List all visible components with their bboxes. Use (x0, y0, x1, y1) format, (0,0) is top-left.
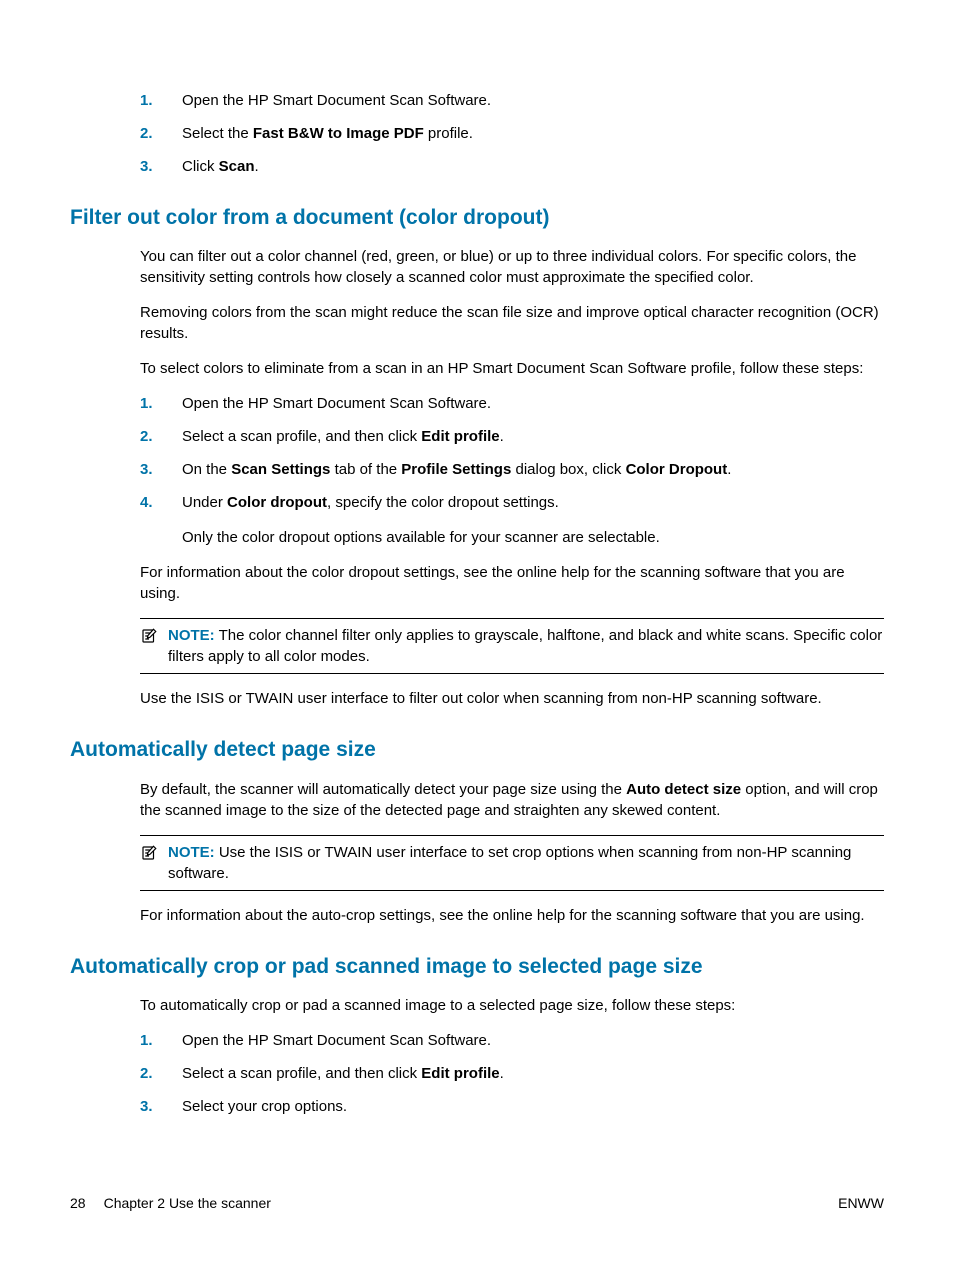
list-text: Open the HP Smart Document Scan Software… (182, 90, 884, 111)
list-text: Click Scan. (182, 156, 884, 177)
sec2-p2: For information about the auto-crop sett… (140, 905, 884, 926)
list-text: On the Scan Settings tab of the Profile … (182, 459, 884, 480)
sec1-p1: You can filter out a color channel (red,… (140, 246, 884, 288)
sec3-body: To automatically crop or pad a scanned i… (140, 995, 884, 1117)
note-label: NOTE: (168, 844, 215, 861)
list-number: 3. (140, 459, 182, 480)
intro-list-block: 1.Open the HP Smart Document Scan Softwa… (140, 90, 884, 177)
sec1-body: You can filter out a color channel (red,… (140, 246, 884, 709)
note-label: NOTE: (168, 627, 215, 644)
list-item: 1.Open the HP Smart Document Scan Softwa… (140, 393, 884, 414)
sec3-ordered-list: 1.Open the HP Smart Document Scan Softwa… (140, 1030, 884, 1117)
list-number: 3. (140, 156, 182, 177)
list-number: 2. (140, 426, 182, 447)
list-number: 2. (140, 123, 182, 144)
sec2-note-text: NOTE: Use the ISIS or TWAIN user interfa… (168, 842, 884, 884)
list-item: 3.Click Scan. (140, 156, 884, 177)
intro-ordered-list: 1.Open the HP Smart Document Scan Softwa… (140, 90, 884, 177)
list-text: Select a scan profile, and then click Ed… (182, 1063, 884, 1084)
list-item: 2.Select a scan profile, and then click … (140, 426, 884, 447)
footer-left: 28 Chapter 2 Use the scanner (70, 1194, 271, 1214)
sec2-body: By default, the scanner will automatical… (140, 779, 884, 926)
list-item: 2.Select a scan profile, and then click … (140, 1063, 884, 1084)
list-number: 4. (140, 492, 182, 513)
page-footer: 28 Chapter 2 Use the scanner ENWW (70, 1194, 884, 1214)
page-number: 28 (70, 1194, 86, 1214)
list-number: 1. (140, 393, 182, 414)
chapter-title: Chapter 2 Use the scanner (104, 1194, 271, 1214)
list-text: Select your crop options. (182, 1096, 884, 1117)
list-number: 3. (140, 1096, 182, 1117)
sec1-ordered-list: 1.Open the HP Smart Document Scan Softwa… (140, 393, 884, 513)
sec1-note: NOTE: The color channel filter only appl… (140, 618, 884, 674)
heading-crop-pad: Automatically crop or pad scanned image … (70, 952, 884, 981)
list-item: 1.Open the HP Smart Document Scan Softwa… (140, 90, 884, 111)
footer-right: ENWW (838, 1194, 884, 1214)
page: 1.Open the HP Smart Document Scan Softwa… (0, 0, 954, 1270)
sec1-note-body: The color channel filter only applies to… (168, 627, 882, 665)
sec1-sub: Only the color dropout options available… (182, 527, 884, 548)
heading-color-dropout: Filter out color from a document (color … (70, 203, 884, 232)
sec1-p3: To select colors to eliminate from a sca… (140, 358, 884, 379)
list-item: 3.Select your crop options. (140, 1096, 884, 1117)
list-number: 1. (140, 90, 182, 111)
list-item: 1.Open the HP Smart Document Scan Softwa… (140, 1030, 884, 1051)
list-text: Open the HP Smart Document Scan Software… (182, 1030, 884, 1051)
list-text: Select a scan profile, and then click Ed… (182, 426, 884, 447)
list-text: Select the Fast B&W to Image PDF profile… (182, 123, 884, 144)
sec2-p1: By default, the scanner will automatical… (140, 779, 884, 821)
sec2-note: NOTE: Use the ISIS or TWAIN user interfa… (140, 835, 884, 891)
list-item: 3.On the Scan Settings tab of the Profil… (140, 459, 884, 480)
list-number: 2. (140, 1063, 182, 1084)
sec1-p4: For information about the color dropout … (140, 562, 884, 604)
heading-detect-page-size: Automatically detect page size (70, 735, 884, 764)
list-number: 1. (140, 1030, 182, 1051)
sec3-p1: To automatically crop or pad a scanned i… (140, 995, 884, 1016)
sec1-note-text: NOTE: The color channel filter only appl… (168, 625, 884, 667)
list-text: Open the HP Smart Document Scan Software… (182, 393, 884, 414)
note-icon (140, 625, 160, 667)
sec1-p2: Removing colors from the scan might redu… (140, 302, 884, 344)
list-text: Under Color dropout, specify the color d… (182, 492, 884, 513)
sec1-p5: Use the ISIS or TWAIN user interface to … (140, 688, 884, 709)
list-item: 4.Under Color dropout, specify the color… (140, 492, 884, 513)
sec2-note-body: Use the ISIS or TWAIN user interface to … (168, 844, 851, 882)
list-item: 2.Select the Fast B&W to Image PDF profi… (140, 123, 884, 144)
note-icon (140, 842, 160, 884)
